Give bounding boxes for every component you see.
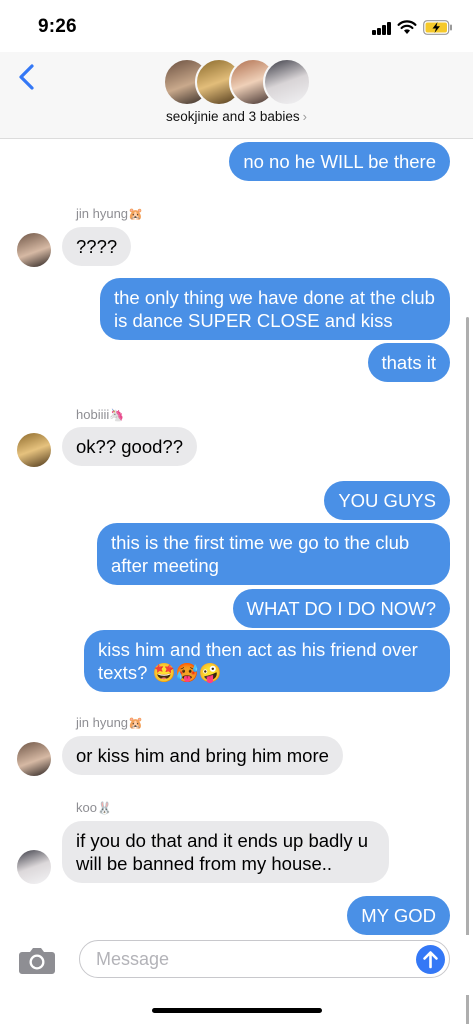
wifi-icon (397, 20, 417, 34)
avatar (17, 850, 51, 884)
avatar (17, 742, 51, 776)
camera-icon[interactable] (18, 945, 56, 975)
send-arrow-icon (423, 951, 438, 969)
outgoing-message[interactable]: no no he WILL be there (229, 142, 450, 181)
sender-name: hobiiii🦄 (76, 407, 125, 422)
avatar (263, 58, 311, 106)
outgoing-message[interactable]: WHAT DO I DO NOW? (232, 589, 450, 628)
incoming-message[interactable]: if you do that and it ends up badly u wi… (62, 821, 389, 883)
message-placeholder: Message (96, 949, 170, 969)
signal-icon (372, 22, 392, 35)
outgoing-message[interactable]: thats it (367, 343, 450, 382)
back-chevron-icon[interactable] (16, 62, 38, 92)
outgoing-message[interactable]: kiss him and then act as his friend over… (84, 630, 450, 692)
home-indicator[interactable] (152, 1008, 322, 1013)
outgoing-message[interactable]: the only thing we have done at the club … (100, 278, 450, 340)
avatar (17, 233, 51, 267)
incoming-message[interactable]: or kiss him and bring him more (62, 736, 343, 775)
sender-name: jin hyung🐹 (76, 206, 143, 221)
message-input[interactable]: Message (79, 940, 450, 978)
incoming-message[interactable]: ???? (62, 227, 132, 266)
scrollbar[interactable] (466, 317, 469, 1024)
battery-charging-icon (423, 20, 452, 35)
group-name[interactable]: seokjinie and 3 babies › (0, 109, 473, 124)
status-time: 9:26 (38, 16, 77, 37)
composer-bar: Message (0, 935, 473, 995)
group-avatars[interactable] (163, 58, 313, 106)
conversation-header: seokjinie and 3 babies › (0, 52, 473, 139)
incoming-message[interactable]: ok?? good?? (62, 427, 197, 466)
status-bar: 9:26 (0, 0, 473, 52)
sender-name: koo🐰 (76, 800, 112, 815)
outgoing-message[interactable]: this is the first time we go to the club… (97, 523, 450, 585)
chevron-right-icon: › (302, 109, 307, 124)
group-name-label: seokjinie and 3 babies (166, 109, 300, 124)
sender-name: jin hyung🐹 (76, 715, 143, 730)
send-button[interactable] (416, 945, 445, 974)
outgoing-message[interactable]: YOU GUYS (324, 481, 450, 520)
avatar (17, 433, 51, 467)
outgoing-message[interactable]: MY GOD (347, 896, 450, 935)
message-thread[interactable]: no no he WILL be there jin hyung🐹 ???? t… (0, 139, 473, 1024)
